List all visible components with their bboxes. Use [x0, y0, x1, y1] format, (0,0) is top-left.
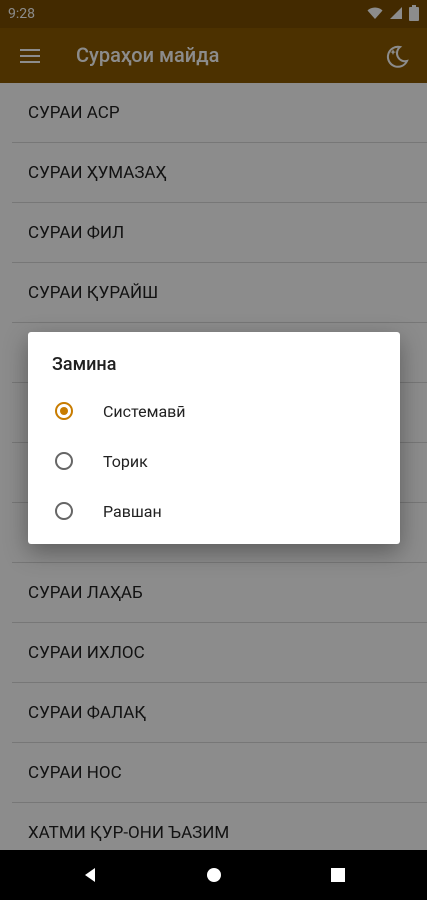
theme-dialog: Замина Системавӣ Торик Равшан	[28, 332, 400, 544]
option-label: Торик	[103, 451, 148, 471]
theme-option-system[interactable]: Системавӣ	[28, 386, 400, 436]
back-icon[interactable]	[78, 863, 102, 887]
radio-checked-icon[interactable]	[55, 402, 73, 420]
option-label: Системавӣ	[103, 401, 186, 421]
navigation-bar	[0, 850, 427, 900]
option-label: Равшан	[103, 501, 162, 521]
theme-option-light[interactable]: Равшан	[28, 486, 400, 536]
theme-option-dark[interactable]: Торик	[28, 436, 400, 486]
dialog-title: Замина	[52, 354, 117, 375]
recents-icon[interactable]	[326, 863, 350, 887]
radio-unchecked-icon[interactable]	[55, 452, 73, 470]
radio-unchecked-icon[interactable]	[55, 502, 73, 520]
home-icon[interactable]	[202, 863, 226, 887]
